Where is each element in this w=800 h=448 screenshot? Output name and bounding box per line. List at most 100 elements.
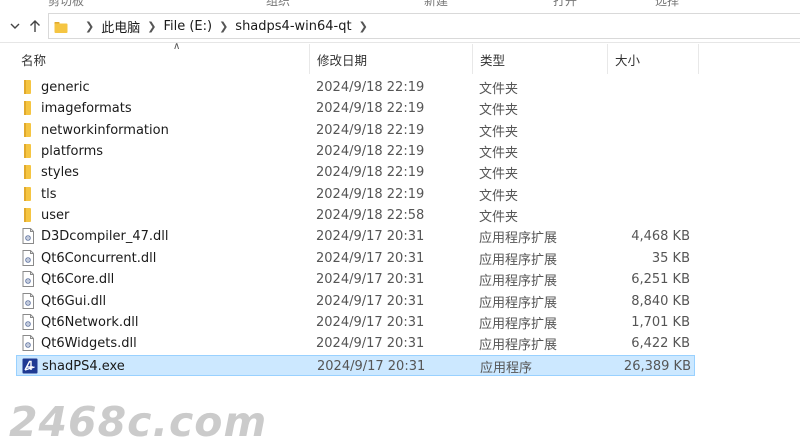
- file-name: styles: [41, 165, 79, 181]
- file-type: 应用程序: [480, 360, 533, 376]
- file-type: 文件夹: [479, 103, 519, 119]
- file-name: shadPS4.exe: [42, 358, 125, 374]
- dll-file-icon: [21, 335, 37, 352]
- file-size: [606, 162, 690, 183]
- column-header-row: 名称 ∧ 修改日期 类型 大小: [0, 41, 700, 74]
- file-modified-date: 2024/9/18 22:19: [316, 101, 425, 117]
- file-name: platforms: [41, 144, 104, 160]
- folder-icon: [21, 100, 37, 116]
- folder-row[interactable]: user 2024/9/18 22:58 文件夹: [16, 205, 695, 226]
- file-modified-date: 2024/9/18 22:19: [316, 165, 425, 181]
- file-row[interactable]: Qt6Core.dll 2024/9/17 20:31 应用程序扩展 6,251 KB: [16, 269, 695, 290]
- file-modified-date: 2024/9/17 20:31: [316, 293, 425, 309]
- breadcrumb-separator-icon[interactable]: ❯: [78, 20, 101, 33]
- file-modified-date: 2024/9/17 20:31: [316, 336, 425, 352]
- file-size: [606, 205, 690, 226]
- file-type: 应用程序扩展: [479, 295, 558, 311]
- file-row[interactable]: D3Dcompiler_47.dll 2024/9/17 20:31 应用程序扩展 4…: [16, 226, 695, 247]
- dll-file-icon: [21, 292, 37, 309]
- dll-file-icon: [21, 313, 37, 330]
- breadcrumb-separator-icon[interactable]: ❯: [352, 20, 375, 33]
- file-name: Qt6Gui.dll: [41, 293, 107, 309]
- ribbon-label-select[interactable]: 选择: [655, 0, 679, 8]
- breadcrumb-drive[interactable]: File (E:): [163, 19, 212, 34]
- file-type: 文件夹: [479, 167, 519, 183]
- file-type: 应用程序扩展: [479, 338, 558, 354]
- sort-ascending-icon: ∧: [173, 41, 181, 52]
- file-type: 文件夹: [479, 82, 519, 97]
- file-name: user: [41, 208, 70, 224]
- file-type: 应用程序扩展: [479, 274, 558, 290]
- folder-icon: [21, 207, 37, 223]
- file-size: 6,422 KB: [631, 336, 690, 352]
- folder-row[interactable]: tls 2024/9/18 22:19 文件夹: [16, 184, 695, 205]
- file-size: 1,701 KB: [631, 314, 690, 330]
- folder-icon: [21, 164, 37, 180]
- file-row[interactable]: Qt6Widgets.dll 2024/9/17 20:31 应用程序扩展 6,422…: [16, 333, 695, 354]
- column-header-date-label: 修改日期: [317, 52, 368, 68]
- file-modified-date: 2024/9/18 22:19: [316, 122, 425, 138]
- file-size: [606, 184, 690, 205]
- file-name: tls: [41, 186, 57, 202]
- dll-file-icon: [21, 249, 37, 266]
- watermark: 2468c.com: [9, 398, 268, 446]
- ribbon-label-organize[interactable]: 组织: [266, 0, 290, 8]
- navigation-bar: ❯ 此电脑 ❯ File (E:) ❯ shadps4-win64-qt ❯: [0, 10, 800, 43]
- ribbon-label-new[interactable]: 新建: [424, 0, 448, 8]
- folder-row[interactable]: imageformats 2024/9/18 22:19 文件夹: [16, 98, 695, 119]
- file-type: 应用程序扩展: [479, 316, 558, 332]
- folder-icon: [21, 122, 37, 138]
- dll-file-icon: [21, 228, 37, 245]
- column-header-type-label: 类型: [480, 52, 506, 68]
- file-size: [606, 141, 690, 162]
- file-modified-date: 2024/9/18 22:19: [316, 144, 425, 160]
- column-header-type[interactable]: 类型: [473, 44, 608, 74]
- folder-icon: [21, 79, 37, 95]
- breadcrumb-this-pc[interactable]: 此电脑: [101, 17, 140, 36]
- file-size: 35 KB: [651, 250, 690, 266]
- exe-app-icon: [22, 358, 38, 374]
- column-header-name[interactable]: 名称 ∧: [14, 41, 310, 74]
- file-size: 26,389 KB: [623, 358, 691, 374]
- file-size: [606, 98, 690, 119]
- dll-file-icon: [21, 271, 37, 288]
- file-size: [606, 77, 690, 98]
- file-size: 8,840 KB: [631, 293, 690, 309]
- file-modified-date: 2024/9/18 22:19: [316, 80, 425, 95]
- column-header-size[interactable]: 大小: [608, 44, 699, 74]
- file-modified-date: 2024/9/17 20:31: [316, 314, 425, 330]
- breadcrumb-current-folder[interactable]: shadps4-win64-qt: [235, 19, 351, 34]
- file-name: Qt6Widgets.dll: [41, 336, 137, 352]
- file-name: networkinformation: [41, 122, 169, 138]
- file-row[interactable]: Qt6Gui.dll 2024/9/17 20:31 应用程序扩展 8,840 KB: [16, 291, 695, 312]
- file-modified-date: 2024/9/17 20:31: [316, 250, 425, 266]
- file-row[interactable]: Qt6Concurrent.dll 2024/9/17 20:31 应用程序扩展 35…: [16, 248, 695, 269]
- file-type: 文件夹: [479, 146, 519, 162]
- file-size: 4,468 KB: [631, 229, 690, 245]
- ribbon-label-open[interactable]: 打开: [553, 0, 577, 8]
- folder-row[interactable]: generic 2024/9/18 22:19 文件夹: [16, 77, 695, 98]
- folder-row[interactable]: platforms 2024/9/18 22:19 文件夹: [16, 141, 695, 162]
- breadcrumb-separator-icon[interactable]: ❯: [212, 20, 235, 33]
- column-header-size-label: 大小: [615, 52, 641, 68]
- file-name: Qt6Concurrent.dll: [41, 250, 157, 266]
- address-bar[interactable]: ❯ 此电脑 ❯ File (E:) ❯ shadps4-win64-qt ❯: [48, 13, 800, 39]
- file-size: 6,251 KB: [631, 272, 690, 288]
- folder-icon: [21, 143, 37, 159]
- folder-row[interactable]: styles 2024/9/18 22:19 文件夹: [16, 162, 695, 183]
- file-name: imageformats: [41, 101, 132, 117]
- file-type: 应用程序扩展: [479, 231, 558, 247]
- file-type: 文件夹: [479, 210, 519, 226]
- ribbon-strip: 剪切板 组织 新建 打开 选择: [0, 0, 800, 8]
- recent-locations-chevron-icon[interactable]: [6, 10, 24, 42]
- file-row[interactable]: shadPS4.exe 2024/9/17 20:31 应用程序 26,389 KB: [16, 354, 695, 376]
- file-name: generic: [41, 80, 90, 95]
- file-row[interactable]: Qt6Network.dll 2024/9/17 20:31 应用程序扩展 1,701…: [16, 312, 695, 333]
- folder-icon: [21, 186, 37, 202]
- breadcrumb-separator-icon[interactable]: ❯: [140, 20, 163, 33]
- up-arrow-icon[interactable]: [26, 10, 44, 42]
- column-header-date[interactable]: 修改日期: [310, 44, 473, 74]
- ribbon-label-clipboard[interactable]: 剪切板: [48, 0, 84, 8]
- folder-row[interactable]: networkinformation 2024/9/18 22:19 文件夹: [16, 120, 695, 141]
- file-type: 应用程序扩展: [479, 252, 558, 268]
